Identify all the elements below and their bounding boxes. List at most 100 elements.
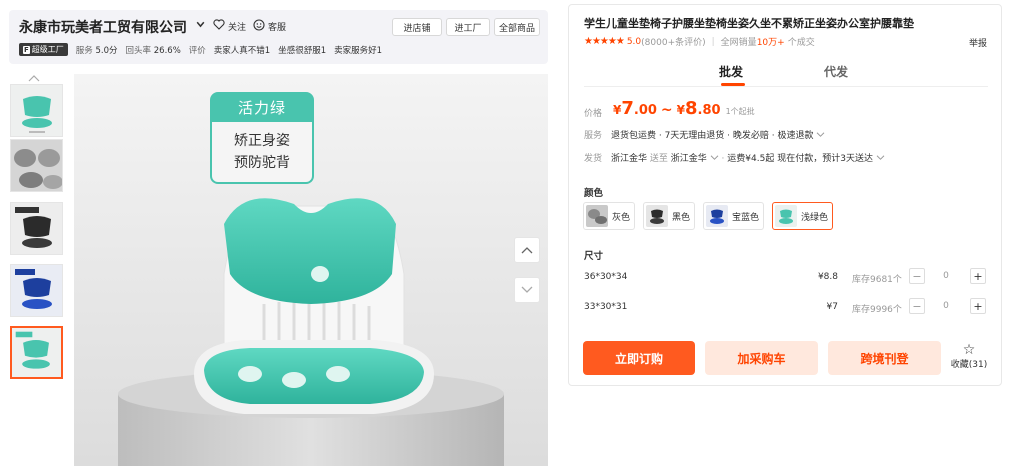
chevron-down-icon[interactable] bbox=[195, 19, 206, 33]
color-label: 浅绿色 bbox=[801, 212, 829, 223]
purchase-mode-tabs: 批发 代发 bbox=[584, 61, 988, 87]
chevron-down-icon bbox=[710, 155, 719, 160]
price-label: 价格 bbox=[584, 109, 603, 119]
store-stats: F 超级工厂 服务 5.0分 回头率 26.6% 评价 卖家人真不错1 坐感很舒… bbox=[19, 43, 382, 56]
enter-store-button[interactable]: 进店铺 bbox=[392, 18, 442, 36]
heart-icon bbox=[213, 19, 225, 33]
thumbnail-light-green-cushion[interactable] bbox=[10, 326, 63, 379]
color-option-royal-blue[interactable]: 宝蓝色 bbox=[703, 202, 765, 230]
size-stock: 库存9996个 bbox=[852, 305, 902, 315]
chevron-up-icon bbox=[521, 247, 533, 254]
tab-wholesale[interactable]: 批发 bbox=[719, 63, 743, 80]
favorite-label: 收藏(31) bbox=[950, 360, 988, 370]
sales-prefix: 全网销量 bbox=[720, 38, 757, 48]
color-swatch bbox=[775, 205, 797, 227]
size-stock: 库存9681个 bbox=[852, 275, 902, 285]
shipping-label: 发货 bbox=[584, 154, 603, 164]
enter-factory-button[interactable]: 进工厂 bbox=[446, 18, 490, 36]
color-option-light-green[interactable]: 浅绿色 bbox=[772, 202, 834, 230]
price-high-dec: .80 bbox=[697, 103, 721, 118]
size-name: 33*30*31 bbox=[584, 302, 628, 312]
decrement-button[interactable]: − bbox=[909, 268, 925, 284]
next-image-button[interactable] bbox=[514, 277, 540, 303]
ship-from: 浙江金华 bbox=[611, 154, 648, 164]
size-row: 36*30*34 ¥8.8 库存9681个 − 0 + bbox=[584, 268, 988, 288]
tag-line: 预防驼背 bbox=[234, 155, 290, 171]
price-low-int: 7 bbox=[621, 98, 634, 119]
increment-button[interactable]: + bbox=[970, 298, 986, 314]
tab-active-indicator bbox=[721, 83, 745, 86]
review-tag: 卖家人真不错1 bbox=[213, 45, 271, 56]
factory-logo-icon: F bbox=[23, 45, 30, 54]
color-swatch bbox=[586, 205, 608, 227]
service-info[interactable]: 退货包运费 · 7天无理由退货 · 晚发必赔 · 极速退款 bbox=[611, 128, 825, 141]
service-score: 服务 5.0分 bbox=[75, 45, 118, 56]
tag-title: 活力绿 bbox=[210, 92, 314, 122]
service-text: 退货包运费 · 7天无理由退货 · 晚发必赔 · 极速退款 bbox=[611, 131, 814, 141]
product-tag: 活力绿 矫正身姿 预防驼背 bbox=[210, 92, 314, 184]
order-now-button[interactable]: 立即订购 bbox=[583, 341, 695, 375]
ship-to: 浙江金华 bbox=[670, 154, 707, 164]
thumbnail-black-cushion[interactable] bbox=[10, 202, 63, 255]
store-header: 永康市玩美者工贸有限公司 关注 客服 进店铺 进工厂 全部商品 F 超级工厂 服… bbox=[9, 10, 548, 64]
color-option-grey[interactable]: 灰色 bbox=[583, 202, 636, 230]
chevron-down-icon bbox=[521, 286, 533, 293]
color-label: 黑色 bbox=[672, 212, 691, 223]
rating-score: 5.0 bbox=[626, 36, 642, 47]
thumbnail-green-cushion[interactable] bbox=[10, 84, 63, 137]
follow-label: 关注 bbox=[228, 22, 247, 33]
follow-button[interactable]: 关注 bbox=[213, 19, 246, 33]
sales-value: 10万+ bbox=[756, 38, 785, 48]
color-label: 灰色 bbox=[612, 212, 631, 223]
favorite-button[interactable]: ☆ 收藏(31) bbox=[949, 343, 989, 370]
tab-dropship[interactable]: 代发 bbox=[824, 63, 848, 80]
quantity-value[interactable]: 0 bbox=[941, 271, 951, 281]
tag-line: 矫正身姿 bbox=[234, 133, 290, 149]
report-link[interactable]: 举报 bbox=[969, 36, 987, 49]
min-order: 1个起批 bbox=[725, 107, 755, 116]
size-price: ¥8.8 bbox=[817, 272, 838, 282]
main-product-image: 活力绿 矫正身姿 预防驼背 bbox=[74, 74, 548, 466]
quantity-value[interactable]: 0 bbox=[941, 301, 951, 311]
cross-border-list-button[interactable]: 跨境刊登 bbox=[828, 341, 941, 375]
price-range: ¥ 7 .00 ~ ¥ 8 .80 1个起批 bbox=[613, 98, 755, 119]
chevron-down-icon bbox=[817, 132, 825, 137]
star-outline-icon: ☆ bbox=[962, 342, 976, 358]
thumbnail-grey-cushions[interactable] bbox=[10, 139, 63, 192]
color-option-black[interactable]: 黑色 bbox=[643, 202, 696, 230]
currency-symbol: ¥ bbox=[676, 103, 686, 117]
factory-badge-label: 超级工厂 bbox=[31, 45, 64, 54]
thumbnail-blue-cushion[interactable] bbox=[10, 264, 63, 317]
product-title: 学生儿童坐垫椅子护腰坐垫椅坐姿久坐不累矫正坐姿办公室护腰靠垫 bbox=[584, 17, 914, 30]
repurchase-rate: 回头率 26.6% bbox=[125, 45, 181, 56]
prev-image-button[interactable] bbox=[514, 237, 540, 263]
rating-stars-icon: ★★★★★ bbox=[584, 36, 625, 47]
all-products-button[interactable]: 全部商品 bbox=[494, 18, 540, 36]
tag-text: 矫正身姿 预防驼背 bbox=[210, 122, 314, 184]
color-swatch bbox=[706, 205, 728, 227]
shipping-info[interactable]: 浙江金华 送至 浙江金华 · 运费¥4.5起 现在付款，预计3天送达 bbox=[611, 151, 885, 164]
size-name: 36*30*34 bbox=[584, 272, 628, 282]
decrement-button[interactable]: − bbox=[909, 298, 925, 314]
currency-symbol: ¥ bbox=[613, 103, 622, 117]
factory-badge: F 超级工厂 bbox=[19, 43, 68, 56]
size-title: 尺寸 bbox=[584, 251, 604, 262]
size-row: 33*30*31 ¥7 库存9996个 − 0 + bbox=[584, 298, 988, 318]
rating-row: ★★★★★ 5.0 (8000+条评价) | 全网销量 10万+ 个成交 bbox=[584, 35, 815, 48]
price-high-int: 8 bbox=[685, 98, 698, 119]
review-tag: 卖家服务好1 bbox=[334, 45, 383, 56]
review-count[interactable]: (8000+条评价) bbox=[641, 35, 705, 48]
increment-button[interactable]: + bbox=[970, 268, 986, 284]
smiley-icon bbox=[253, 19, 265, 34]
chevron-down-icon bbox=[876, 155, 885, 160]
ship-fee: 运费¥4.5起 bbox=[727, 154, 775, 164]
size-price: ¥7 bbox=[826, 302, 838, 312]
color-swatch bbox=[646, 205, 668, 227]
service-label: 客服 bbox=[268, 23, 287, 33]
ship-to-word: 送至 bbox=[649, 154, 668, 164]
color-title: 颜色 bbox=[584, 188, 604, 199]
store-name[interactable]: 永康市玩美者工贸有限公司 bbox=[19, 17, 187, 37]
product-info-panel: 学生儿童坐垫椅子护腰坐垫椅坐姿久坐不累矫正坐姿办公室护腰靠垫 ★★★★★ 5.0… bbox=[568, 4, 1002, 386]
add-to-cart-button[interactable]: 加采购车 bbox=[705, 341, 818, 375]
customer-service-button[interactable]: 客服 bbox=[253, 19, 286, 34]
